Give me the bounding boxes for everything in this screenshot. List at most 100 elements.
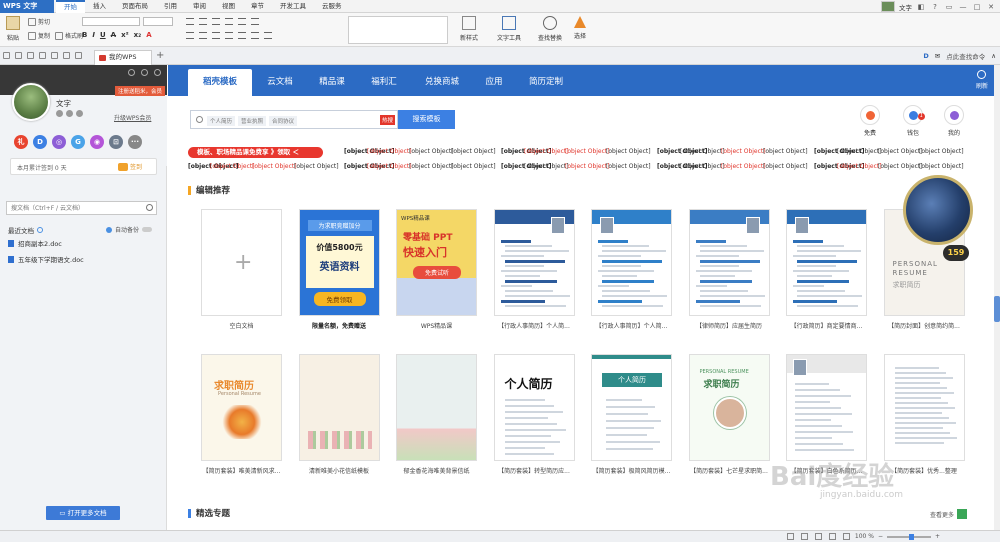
menu-tab-4[interactable]: 审阅 — [185, 0, 214, 13]
template-thumbnail[interactable] — [688, 209, 770, 316]
user-name-top[interactable]: 文字 — [899, 2, 912, 12]
template-thumbnail[interactable]: 个人简历 — [493, 354, 575, 461]
sidebar-app-icon-1[interactable]: D — [33, 135, 47, 149]
checkin-button[interactable]: 签到 — [117, 162, 142, 171]
category-link[interactable]: [object Object] — [763, 163, 808, 170]
new-tab-plus-icon[interactable]: + — [156, 50, 164, 61]
template-card[interactable]: 个人简历【简历套装】极简风简历模... — [591, 354, 672, 475]
template-search-box[interactable]: 个人简历 营业执照 合同协议 热搜 — [190, 110, 398, 129]
template-caption[interactable]: 【简历套装】优秀...整理 — [884, 466, 965, 475]
font-family-select[interactable] — [82, 17, 140, 26]
nav-tab-2[interactable]: 精品课 — [308, 69, 356, 96]
template-thumbnail[interactable] — [493, 209, 575, 316]
category-link[interactable]: [object Object] — [721, 163, 766, 170]
align-left-icon[interactable] — [186, 32, 194, 39]
template-card[interactable]: 【行政人事简历】个人简... — [493, 209, 575, 330]
outline-view-icon[interactable] — [815, 533, 822, 540]
nav-tab-6[interactable]: 简历定制 — [516, 69, 576, 96]
text-tools-button[interactable]: 文字工具 — [492, 16, 526, 42]
template-card[interactable]: 【简历套装】优秀...整理 — [883, 354, 965, 475]
template-caption[interactable]: 【简历套装】极简风简历模... — [591, 466, 672, 475]
page-view-icon[interactable] — [787, 533, 794, 540]
template-card[interactable]: 清新唯美小花信纸模板 — [298, 354, 380, 475]
bold-icon[interactable]: B — [82, 31, 87, 39]
border-icon[interactable] — [264, 32, 272, 39]
recent-doc-item[interactable]: 招商副本2.doc — [8, 238, 84, 248]
template-card[interactable]: WPS精品课 零基础 PPT 快速入门 免费试听 WPS精品课 — [396, 209, 477, 330]
category-link[interactable]: [object Object] — [451, 148, 496, 155]
undo-icon[interactable] — [51, 52, 58, 59]
redo-icon[interactable] — [63, 52, 70, 59]
menu-tab-7[interactable]: 开发工具 — [272, 0, 314, 13]
template-card[interactable]: 【行政人事简历】个人简... — [591, 209, 672, 330]
paste-button[interactable]: 粘贴 — [0, 16, 26, 42]
category-link[interactable]: [object Object] — [210, 163, 255, 170]
template-card[interactable]: 【行政简历】商定要情商... — [786, 209, 867, 330]
bullet-list-icon[interactable] — [186, 18, 194, 25]
restore-icon[interactable]: ▭ — [944, 3, 954, 11]
read-view-icon[interactable] — [829, 533, 836, 540]
chat-icon[interactable] — [141, 69, 148, 76]
template-caption[interactable]: WPS精品课 — [396, 321, 477, 330]
app-menu-button[interactable]: WPS 文字 — [0, 0, 54, 13]
template-card[interactable]: + 空白文档 — [201, 209, 282, 330]
zoom-out-icon[interactable]: − — [878, 533, 883, 540]
template-card[interactable]: 求职简历 Personal Resume 【简历套装】唯美清新风求... — [201, 354, 282, 475]
zoom-level[interactable]: 100 % — [855, 533, 874, 540]
template-thumbnail[interactable]: WPS精品课 零基础 PPT 快速入门 免费试听 — [396, 209, 477, 316]
menu-tab-8[interactable]: 云服务 — [314, 0, 350, 13]
mascot-widget[interactable]: 159 — [895, 165, 981, 277]
align-right-icon[interactable] — [212, 32, 220, 39]
style-gallery[interactable] — [348, 16, 448, 44]
nav-tab-3[interactable]: 福利汇 — [358, 69, 410, 96]
ad-cta[interactable]: 免费试听 — [413, 266, 461, 279]
new-style-button[interactable]: 新样式 — [452, 16, 486, 42]
sidebar-app-icon-0[interactable]: 礼 — [14, 135, 28, 149]
sidebar-app-icon-4[interactable]: ◉ — [90, 135, 104, 149]
ad-cta[interactable]: 免费领取 — [313, 292, 366, 306]
category-link[interactable]: [object Object] — [252, 163, 297, 170]
doc-search-input[interactable] — [7, 202, 143, 214]
open-folder-icon[interactable] — [3, 52, 10, 59]
template-thumbnail[interactable] — [883, 354, 965, 461]
search-icon[interactable] — [146, 204, 153, 211]
template-thumbnail[interactable] — [396, 354, 477, 461]
search-chip[interactable]: 合同协议 — [269, 116, 298, 126]
select-button[interactable]: 选择 — [563, 16, 597, 40]
template-card[interactable]: 【律师简历】应届生简历 — [688, 209, 770, 330]
category-link[interactable]: [object Object] — [565, 148, 610, 155]
template-caption[interactable]: 清新唯美小花信纸模板 — [299, 466, 380, 475]
side-panel-handle[interactable] — [994, 296, 1000, 322]
shading-icon[interactable] — [251, 32, 259, 39]
category-link[interactable]: [object Object] — [680, 148, 725, 155]
nav-tab-0[interactable]: 稻壳模板 — [188, 69, 252, 96]
template-thumbnail[interactable]: 求职简历 Personal Resume — [201, 354, 282, 461]
template-thumbnail[interactable] — [786, 209, 867, 316]
docer-d-icon[interactable]: D — [923, 52, 928, 60]
quick-2-button[interactable]: 我的 — [944, 105, 964, 137]
category-link[interactable]: [object Object] — [294, 163, 339, 170]
template-caption[interactable]: 【简历套装】唯美清新风求... — [201, 466, 282, 475]
nav-tab-5[interactable]: 应用 — [474, 69, 514, 96]
chevron-up-icon[interactable]: ∧ — [991, 52, 996, 60]
menu-tab-6[interactable]: 章节 — [243, 0, 272, 13]
line-spacing-icon[interactable] — [238, 32, 246, 39]
search-chip[interactable]: 个人简历 — [207, 116, 236, 126]
minimize-icon[interactable]: — — [958, 3, 968, 11]
promo-banner[interactable]: 模板、职场精品课免费享 》领取 ＜ — [188, 147, 323, 158]
menu-tab-1[interactable]: 插入 — [85, 0, 114, 13]
avatar[interactable] — [12, 83, 50, 121]
register-tag[interactable]: 注册送稻米，会员 — [114, 86, 165, 96]
template-caption[interactable]: 空白文档 — [201, 321, 282, 330]
quick-0-button[interactable]: 免费 — [860, 105, 880, 137]
doc-tab-mywps[interactable]: 我的WPS — [94, 50, 152, 65]
template-thumbnail[interactable]: 个人简历 — [591, 354, 672, 461]
sidebar-app-icon-2[interactable]: ◎ — [52, 135, 66, 149]
user-mini-avatar[interactable] — [881, 1, 895, 12]
template-caption[interactable]: 【简历套装】转型简历应... — [494, 466, 575, 475]
nav-tab-4[interactable]: 兑换商城 — [412, 69, 472, 96]
category-link[interactable]: [object Object] — [680, 163, 725, 170]
message-icon[interactable]: ✉ — [935, 52, 940, 60]
template-card[interactable]: 个人简历【简历套装】转型简历应... — [493, 354, 575, 475]
template-card[interactable]: 为求职竞赠加分 价值5800元 英语资料 免费领取 限量名额，免费赠送 — [298, 209, 380, 330]
